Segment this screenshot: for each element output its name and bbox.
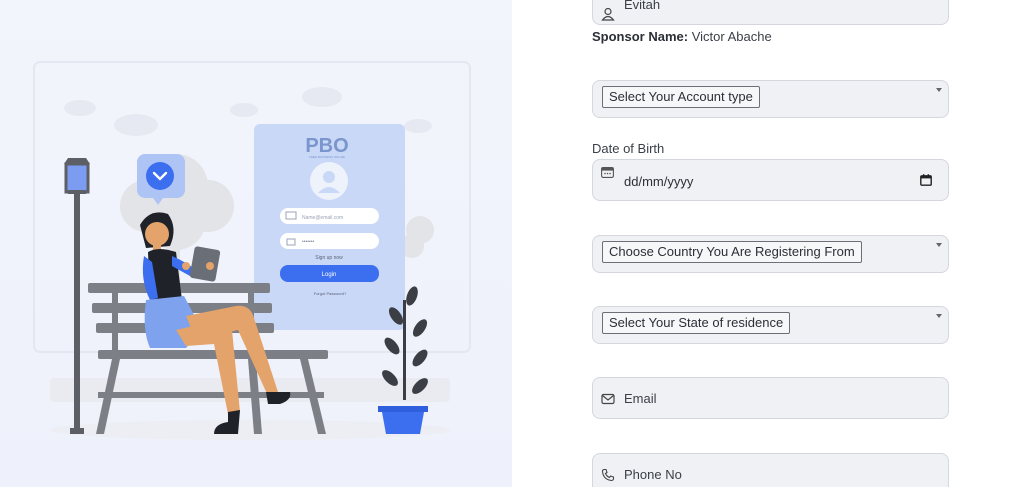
chevron-down-icon: [936, 243, 942, 247]
email-field[interactable]: Email: [592, 377, 949, 419]
login-illustration: PBO FREE BUSINESS ONLINE Name@email.com …: [33, 61, 471, 440]
chevron-down-icon: [936, 88, 942, 92]
phone-icon: [601, 468, 615, 482]
chevron-down-icon: [936, 314, 942, 318]
illustration-forgot-text: Forgot Password?: [314, 291, 347, 296]
username-value: Evitah: [624, 0, 661, 12]
dob-field[interactable]: dd/mm/yyyy: [592, 159, 949, 201]
user-icon: [601, 7, 615, 21]
state-value: Select Your State of residence: [602, 312, 791, 334]
illustration-email-placeholder: Name@email.com: [302, 215, 343, 221]
illustration-login-button: Login: [322, 272, 337, 278]
calendar-icon: [601, 167, 614, 178]
illustration-password-mask: •••••••: [302, 239, 315, 245]
registration-form: Evitah Sponsor Name: Victor Abache Selec…: [512, 0, 1024, 487]
sponsor-info: Sponsor Name: Victor Abache: [592, 29, 772, 44]
pbo-logo: PBO: [305, 135, 348, 157]
illustration-panel: PBO FREE BUSINESS ONLINE Name@email.com …: [0, 0, 512, 487]
account-type-value: Select Your Account type: [602, 86, 760, 108]
country-select[interactable]: Choose Country You Are Registering From: [592, 235, 949, 273]
country-value: Choose Country You Are Registering From: [602, 241, 862, 263]
sponsor-label: Sponsor Name:: [592, 29, 689, 44]
dob-label: Date of Birth: [592, 141, 665, 156]
phone-field[interactable]: Phone No: [592, 453, 949, 487]
account-type-select[interactable]: Select Your Account type: [592, 80, 949, 118]
mail-icon: [601, 393, 615, 405]
state-select[interactable]: Select Your State of residence: [592, 306, 949, 344]
email-placeholder: Email: [624, 391, 657, 406]
sponsor-name: Victor Abache: [691, 29, 772, 44]
phone-placeholder: Phone No: [624, 467, 682, 482]
pbo-logo-subtext: FREE BUSINESS ONLINE: [309, 155, 345, 159]
calendar-picker-icon[interactable]: [920, 174, 932, 186]
illustration-signup-text: Sign up now: [315, 255, 343, 261]
username-field[interactable]: Evitah: [592, 0, 949, 25]
dob-value: dd/mm/yyyy: [624, 174, 694, 189]
